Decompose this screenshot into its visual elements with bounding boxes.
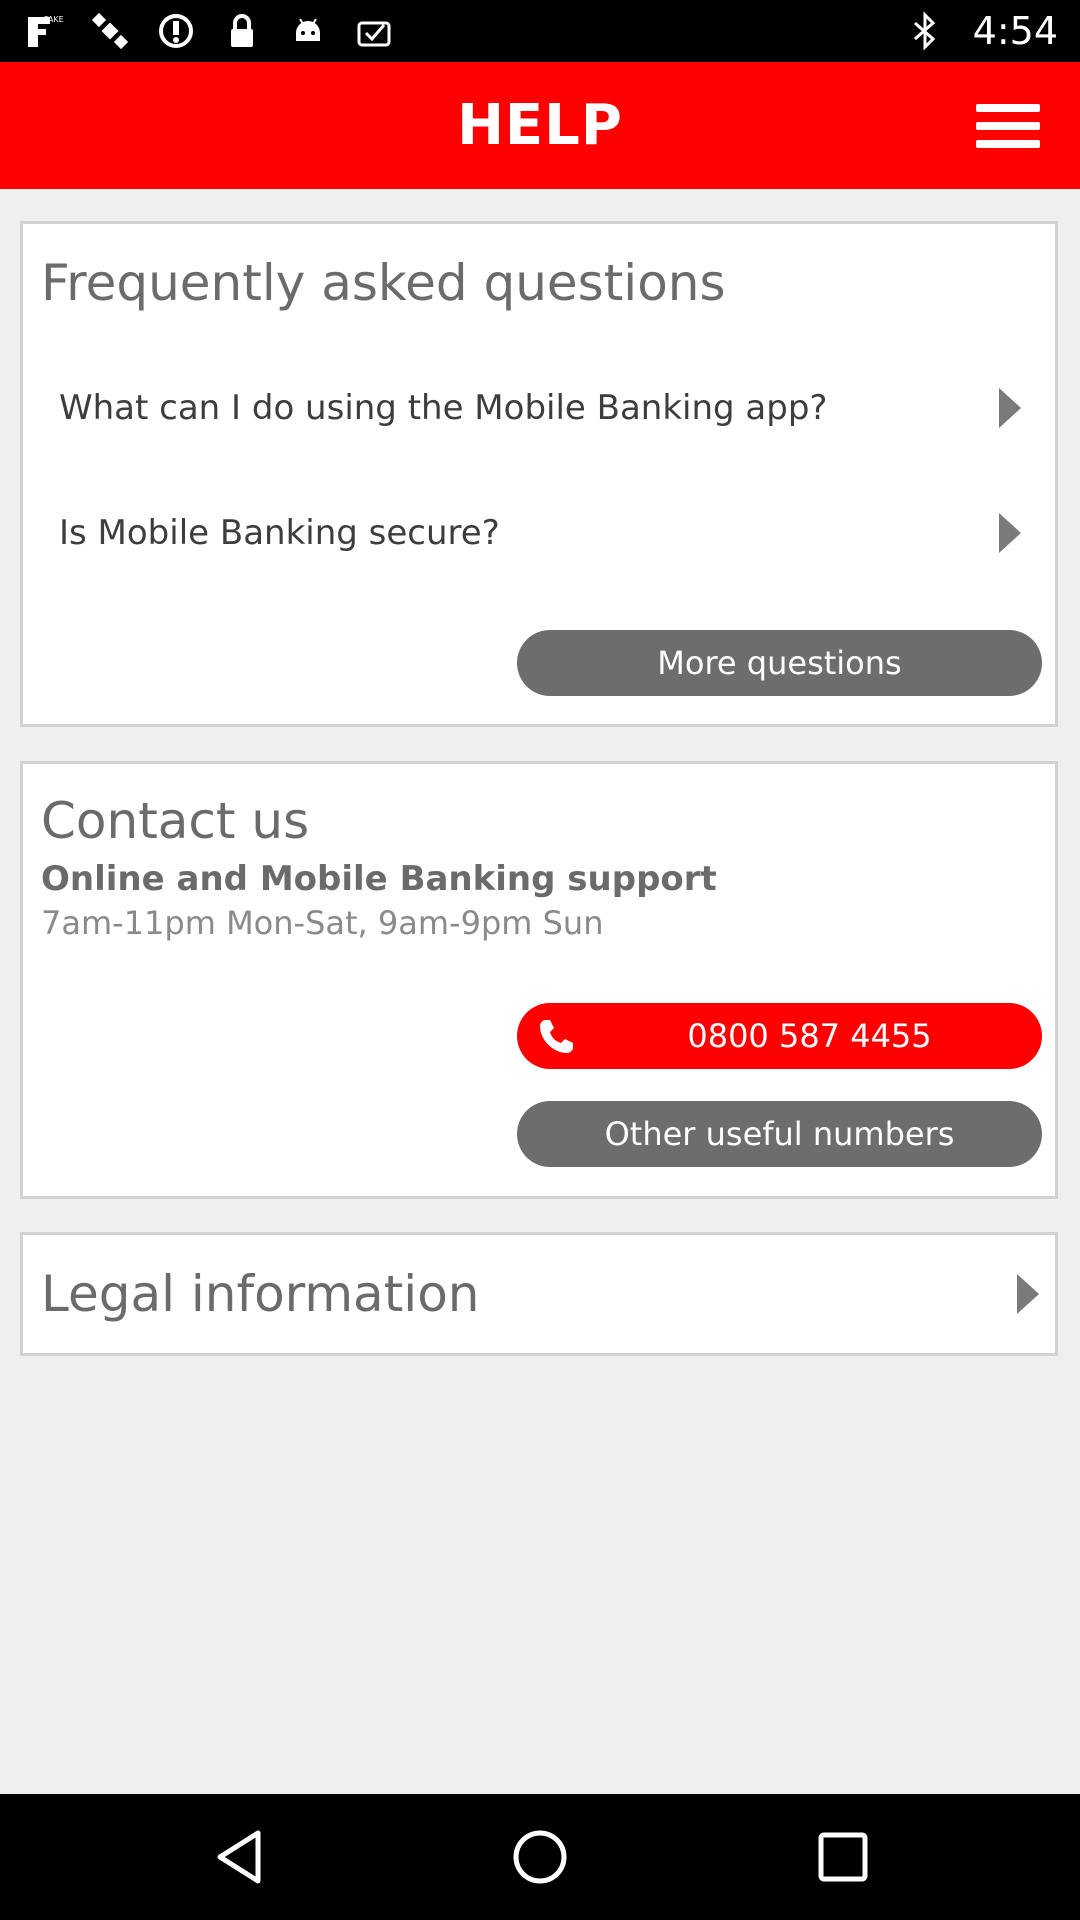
- bluetooth-icon: [905, 11, 945, 51]
- faq-item-label: Is Mobile Banking secure?: [59, 513, 500, 553]
- call-phone-button[interactable]: 0800 587 4455: [517, 1003, 1042, 1069]
- legal-info-item[interactable]: Legal information: [20, 1232, 1058, 1356]
- hamburger-menu-icon[interactable]: [976, 104, 1040, 148]
- system-nav-bar: [0, 1794, 1080, 1920]
- android-icon: [288, 11, 328, 51]
- contact-subtitle: Online and Mobile Banking support: [41, 859, 717, 899]
- status-right: 4:54: [905, 0, 1058, 62]
- status-bar: FAKE 4:54: [0, 0, 1080, 62]
- status-left-icons: FAKE: [24, 0, 394, 62]
- phone-icon: [540, 1020, 573, 1053]
- status-time: 4:54: [972, 9, 1058, 53]
- recents-icon[interactable]: [813, 1827, 873, 1887]
- contact-title: Contact us: [41, 792, 310, 850]
- faq-item-label: What can I do using the Mobile Banking a…: [59, 388, 828, 428]
- faq-item-mobile-banking-app[interactable]: What can I do using the Mobile Banking a…: [23, 358, 1055, 458]
- chevron-right-icon: [999, 513, 1021, 553]
- home-icon[interactable]: [510, 1827, 570, 1887]
- chevron-right-icon: [999, 388, 1021, 428]
- app-header: HELP: [0, 62, 1080, 189]
- back-icon[interactable]: [210, 1827, 270, 1887]
- fake-gps-icon: FAKE: [24, 11, 64, 51]
- chevron-right-icon: [1017, 1274, 1039, 1314]
- phone-number: 0800 587 4455: [687, 1017, 932, 1055]
- page-title: HELP: [457, 93, 623, 158]
- legal-title: Legal information: [41, 1265, 480, 1323]
- satellite-icon: [90, 11, 130, 51]
- faq-title: Frequently asked questions: [41, 254, 726, 312]
- faq-item-security[interactable]: Is Mobile Banking secure?: [23, 483, 1055, 583]
- more-questions-button[interactable]: More questions: [517, 630, 1042, 696]
- clipboard-check-icon: [354, 11, 394, 51]
- contact-hours: 7am-11pm Mon-Sat, 9am-9pm Sun: [41, 904, 604, 942]
- svg-text:FAKE: FAKE: [44, 15, 64, 24]
- lock-icon: [222, 11, 262, 51]
- other-numbers-button[interactable]: Other useful numbers: [517, 1101, 1042, 1167]
- sync-icon: [156, 11, 196, 51]
